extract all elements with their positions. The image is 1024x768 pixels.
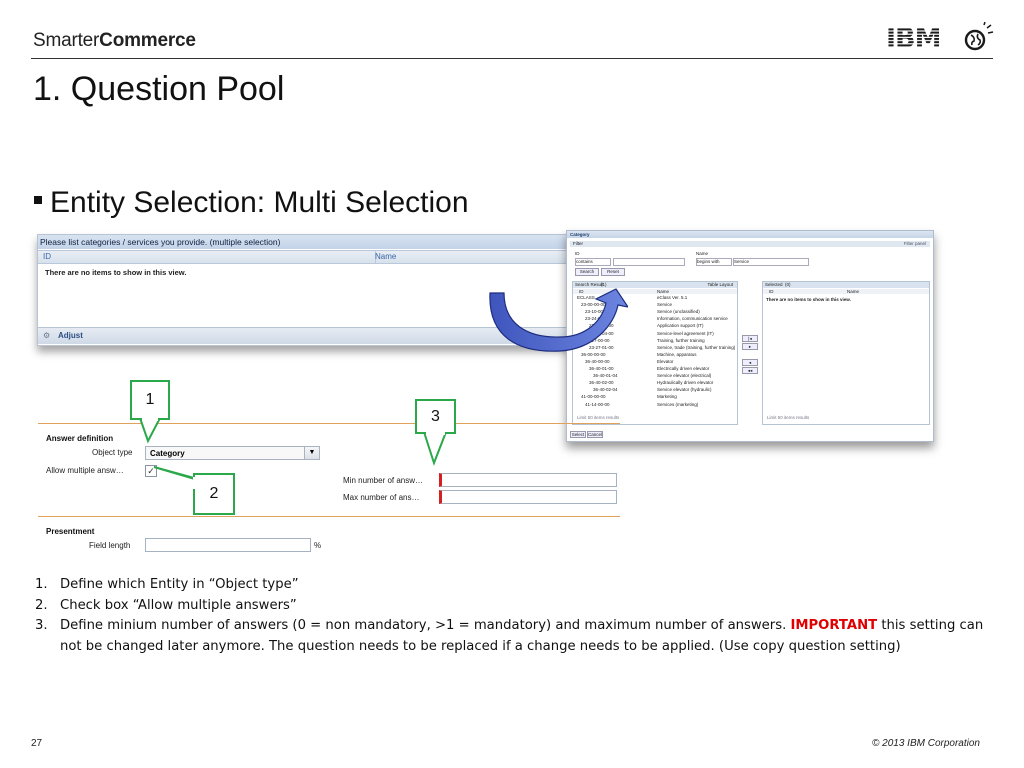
item-text: Define minium number of answers (0 = non… — [60, 618, 791, 633]
item-number: 3. — [35, 618, 48, 633]
instruction-item: 3. Define minium number of answers (0 = n… — [35, 616, 990, 657]
page-number: 27 — [31, 738, 43, 749]
item-text: Define which Entity in “Object type” — [60, 577, 299, 592]
item-text: Check box “Allow multiple answers” — [60, 597, 297, 613]
item-number: 1. — [35, 577, 48, 592]
item-number: 2. — [35, 597, 48, 613]
instruction-list: 1. Define which Entity in “Object type” 2… — [35, 575, 990, 657]
important-label: IMPORTANT — [790, 618, 878, 633]
copyright: © 2013 IBM Corporation — [872, 738, 980, 749]
instruction-item: 2. Check box “Allow multiple answers” — [35, 596, 990, 617]
instruction-item: 1. Define which Entity in “Object type” — [35, 575, 990, 596]
